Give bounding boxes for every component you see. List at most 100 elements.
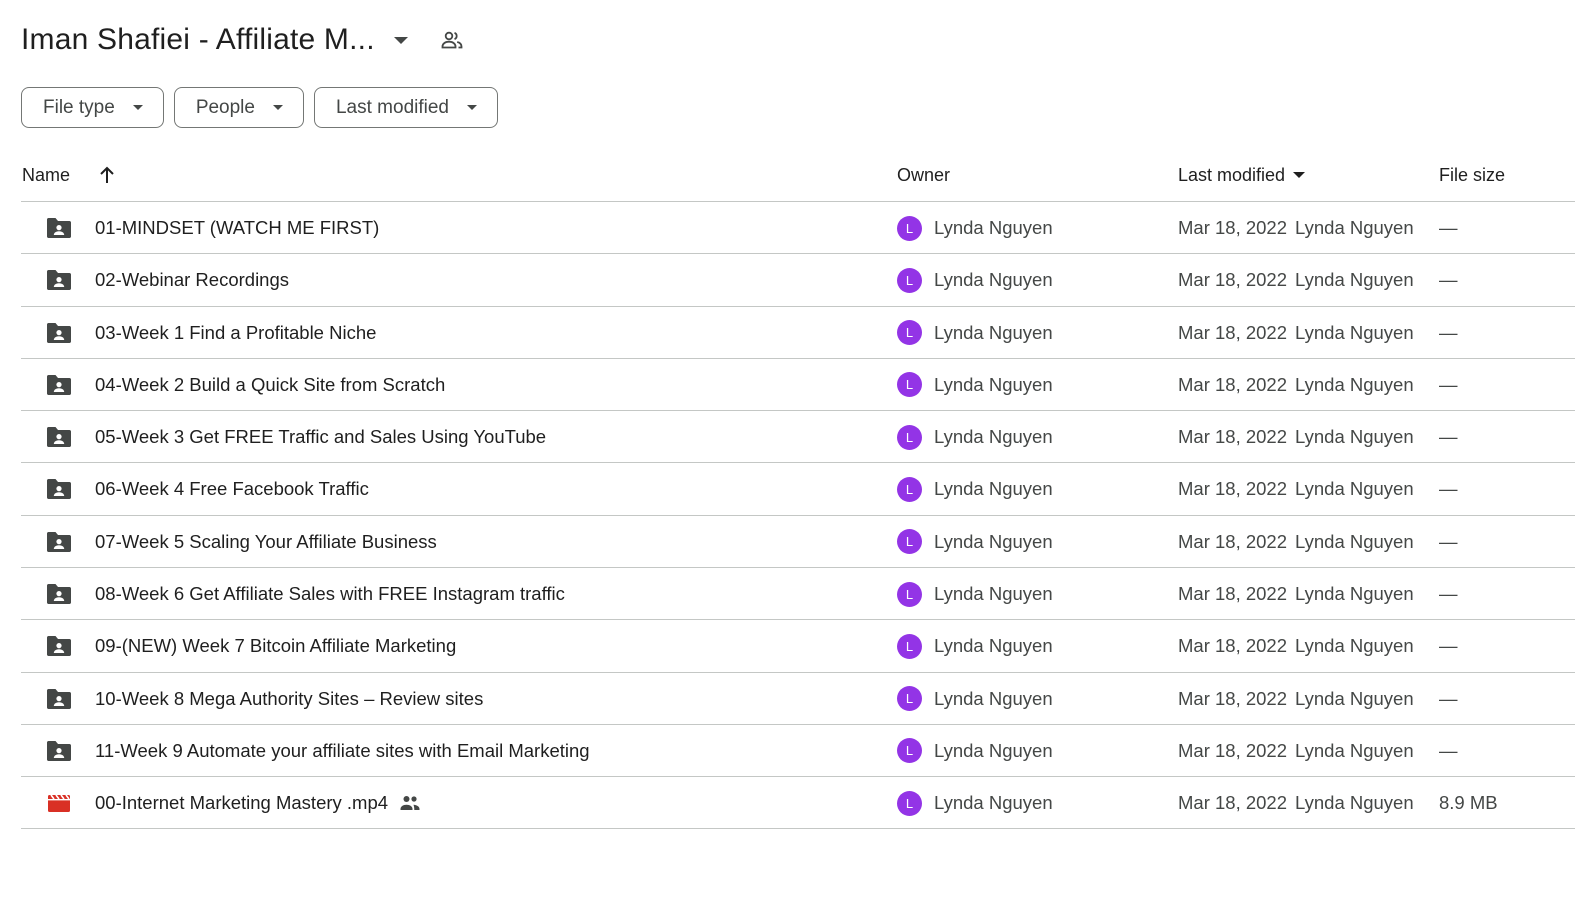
filter-label: File type (43, 96, 115, 118)
table-row[interactable]: 06-Week 4 Free Facebook Traffic L Lynda Ng… (21, 462, 1575, 514)
owner-name: Lynda Nguyen (934, 321, 1053, 343)
file-name-cell[interactable]: 10-Week 8 Mega Authority Sites – Review … (95, 673, 483, 725)
file-name: 07-Week 5 Scaling Your Affiliate Busines… (95, 530, 437, 552)
folder-title[interactable]: Iman Shafiei - Affiliate M... (21, 23, 375, 57)
last-modified-cell: Mar 18, 2022 Lynda Nguyen (1178, 202, 1414, 254)
file-size: — (1439, 373, 1458, 395)
modified-date: Mar 18, 2022 (1178, 321, 1288, 343)
file-name: 03-Week 1 Find a Profitable Niche (95, 321, 377, 343)
arrow-drop-down-icon[interactable] (389, 28, 413, 52)
table-row[interactable]: 05-Week 3 Get FREE Traffic and Sales Usi… (21, 410, 1575, 462)
modified-date: Mar 18, 2022 (1178, 583, 1288, 605)
owner-cell: L Lynda Nguyen (897, 620, 1053, 672)
avatar: L (897, 320, 922, 346)
arrow-drop-down-icon (1293, 172, 1306, 178)
modified-date: Mar 18, 2022 (1178, 269, 1288, 291)
table-row[interactable]: 08-Week 6 Get Affiliate Sales with FREE … (21, 567, 1575, 619)
shared-folder-icon (45, 739, 73, 763)
modified-by: Lynda Nguyen (1295, 792, 1414, 814)
table-row[interactable]: 09-(NEW) Week 7 Bitcoin Affiliate Market… (21, 619, 1575, 671)
file-name-cell[interactable]: 03-Week 1 Find a Profitable Niche (95, 307, 376, 359)
owner-name: Lynda Nguyen (934, 269, 1053, 291)
file-size: — (1439, 426, 1458, 448)
drive-folder-view: Iman Shafiei - Affiliate M... File type … (0, 0, 1575, 911)
file-size: — (1439, 478, 1458, 500)
file-name-cell[interactable]: 07-Week 5 Scaling Your Affiliate Busines… (95, 516, 437, 568)
file-name: 00-Internet Marketing Mastery .mp4 (95, 792, 389, 814)
last-modified-cell: Mar 18, 2022 Lynda Nguyen (1178, 516, 1414, 568)
owner-cell: L Lynda Nguyen (897, 254, 1053, 306)
last-modified-cell: Mar 18, 2022 Lynda Nguyen (1178, 568, 1414, 620)
shared-folder-icon (45, 687, 73, 711)
owner-name: Lynda Nguyen (934, 792, 1053, 814)
avatar: L (897, 476, 922, 502)
file-name-cell[interactable]: 05-Week 3 Get FREE Traffic and Sales Usi… (95, 411, 546, 463)
column-header-last-modified[interactable]: Last modified (1178, 160, 1306, 190)
shared-folder-icon (45, 268, 73, 292)
last-modified-cell: Mar 18, 2022 Lynda Nguyen (1178, 307, 1414, 359)
modified-by: Lynda Nguyen (1295, 687, 1414, 709)
table-row[interactable]: 03-Week 1 Find a Profitable Niche L Lynda … (21, 305, 1575, 359)
modified-by: Lynda Nguyen (1295, 426, 1414, 448)
arrow-drop-down-icon (272, 105, 283, 110)
filter-last-modified[interactable]: Last modified (313, 87, 498, 128)
table-row[interactable]: 01-MINDSET (WATCH ME FIRST) L Lynda Nguyen… (21, 201, 1575, 253)
last-modified-cell: Mar 18, 2022 Lynda Nguyen (1178, 673, 1414, 725)
modified-by: Lynda Nguyen (1295, 530, 1414, 552)
filter-file-type[interactable]: File type (21, 87, 164, 128)
file-size: — (1439, 530, 1458, 552)
owner-name: Lynda Nguyen (934, 426, 1053, 448)
sort-arrow-up-icon[interactable] (98, 165, 116, 185)
modified-date: Mar 18, 2022 (1178, 530, 1288, 552)
table-row[interactable]: 10-Week 8 Mega Authority Sites – Review … (21, 671, 1575, 725)
column-label: Owner (897, 164, 951, 185)
file-size: — (1439, 739, 1458, 761)
last-modified-cell: Mar 18, 2022 Lynda Nguyen (1178, 359, 1414, 411)
column-label: Last modified (1178, 164, 1286, 185)
modified-date: Mar 18, 2022 (1178, 373, 1288, 395)
table-row[interactable]: 04-Week 2 Build a Quick Site from Scratc… (21, 357, 1575, 411)
modified-date: Mar 18, 2022 (1178, 217, 1288, 238)
table-row[interactable]: 07-Week 5 Scaling Your Affiliate Busines… (21, 514, 1575, 568)
modified-by: Lynda Nguyen (1295, 373, 1414, 395)
owner-name: Lynda Nguyen (934, 635, 1053, 657)
file-name-cell[interactable]: 02-Webinar Recordings (95, 254, 289, 306)
shared-folder-icon (45, 321, 73, 345)
owner-cell: L Lynda Nguyen (897, 307, 1053, 359)
avatar: L (897, 790, 922, 816)
owner-name: Lynda Nguyen (934, 373, 1053, 395)
file-name: 05-Week 3 Get FREE Traffic and Sales Usi… (95, 426, 547, 448)
folder-header: Iman Shafiei - Affiliate M... (21, 18, 465, 62)
owner-name: Lynda Nguyen (934, 478, 1053, 500)
column-header-file-size: File size (1439, 160, 1505, 190)
owner-cell: L Lynda Nguyen (897, 516, 1053, 568)
shared-folder-icon (45, 216, 73, 240)
people-outline-icon[interactable] (439, 27, 465, 53)
last-modified-cell: Mar 18, 2022 Lynda Nguyen (1178, 411, 1414, 463)
table-row[interactable]: 02-Webinar Recordings L Lynda Nguyen Mar 18… (21, 253, 1575, 305)
filter-people[interactable]: People (173, 87, 304, 128)
file-name-cell[interactable]: 08-Week 6 Get Affiliate Sales with FREE … (95, 568, 565, 620)
file-name-cell[interactable]: 09-(NEW) Week 7 Bitcoin Affiliate Market… (95, 620, 456, 672)
last-modified-cell: Mar 18, 2022 Lynda Nguyen (1178, 254, 1414, 306)
shared-folder-icon (45, 582, 73, 606)
avatar: L (897, 686, 922, 712)
modified-date: Mar 18, 2022 (1178, 478, 1288, 500)
file-size: — (1439, 583, 1458, 605)
file-name: 10-Week 8 Mega Authority Sites – Review … (95, 687, 484, 709)
file-name: 06-Week 4 Free Facebook Traffic (95, 478, 369, 500)
shared-folder-icon (45, 477, 73, 501)
column-header-name[interactable]: Name (22, 160, 116, 190)
avatar: L (897, 215, 922, 241)
table-row[interactable]: 11-Week 9 Automate your affiliate sites … (21, 723, 1575, 777)
table-row[interactable]: 00-Internet Marketing Mastery .mp4 L Lynda… (21, 776, 1575, 829)
column-header-owner: Owner (897, 160, 950, 190)
file-name-cell[interactable]: 06-Week 4 Free Facebook Traffic (95, 463, 369, 515)
file-name-cell[interactable]: 04-Week 2 Build a Quick Site from Scratc… (95, 359, 445, 411)
people-icon (398, 793, 422, 813)
file-name-cell[interactable]: 01-MINDSET (WATCH ME FIRST) (95, 202, 379, 254)
modified-by: Lynda Nguyen (1295, 635, 1414, 657)
file-name-cell[interactable]: 00-Internet Marketing Mastery .mp4 (95, 777, 422, 829)
modified-date: Mar 18, 2022 (1178, 739, 1288, 761)
file-name-cell[interactable]: 11-Week 9 Automate your affiliate sites … (95, 725, 590, 777)
